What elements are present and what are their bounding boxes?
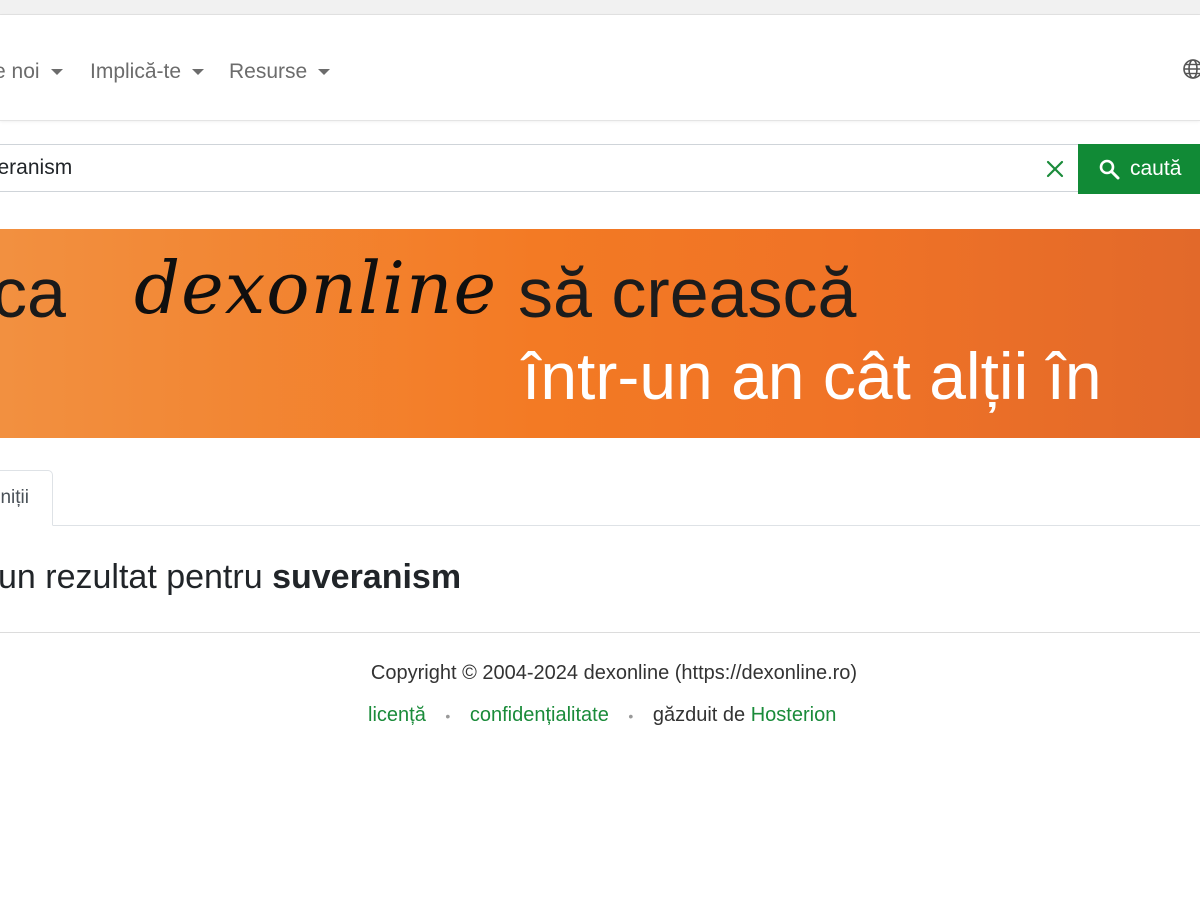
- banner-line1: să crească: [518, 254, 857, 332]
- hosted-prefix: găzduit de: [652, 704, 746, 726]
- result-heading: un rezultat pentru suveranism: [0, 558, 461, 597]
- nav-item-label: Implică-te: [90, 60, 182, 83]
- tab-label: niții: [0, 487, 29, 508]
- footer-separator: [0, 632, 1200, 633]
- nav-item-despre-noi[interactable]: e noi: [0, 60, 63, 84]
- privacy-link[interactable]: confidențialitate: [470, 704, 609, 726]
- result-prefix: un rezultat pentru: [0, 558, 263, 596]
- search-icon: [1099, 159, 1120, 180]
- footer-links: licență • confidențialitate • găzduit de…: [368, 704, 836, 727]
- search-button-label: caută: [1130, 157, 1182, 180]
- result-term: suveranism: [272, 558, 462, 596]
- top-strip: [0, 0, 1200, 15]
- separator-dot: •: [445, 707, 451, 724]
- search-button[interactable]: caută: [1078, 144, 1200, 194]
- nav-item-implica-te[interactable]: Implică-te: [90, 60, 205, 84]
- tab-divider: [53, 525, 1200, 526]
- nav-item-label: Resurse: [229, 60, 308, 83]
- close-icon[interactable]: [1044, 158, 1066, 180]
- search-input[interactable]: [0, 144, 1078, 192]
- tab-definitii[interactable]: niții: [0, 470, 53, 526]
- caret-down-icon: [318, 69, 331, 75]
- caret-down-icon: [192, 69, 205, 75]
- nav-item-resurse[interactable]: Resurse: [229, 60, 331, 84]
- navbar: e noi Implică-te Resurse: [0, 15, 1200, 121]
- hosterion-link[interactable]: Hosterion: [751, 704, 837, 726]
- license-link[interactable]: licență: [368, 704, 426, 726]
- globe-icon[interactable]: [1181, 57, 1200, 81]
- separator-dot: •: [628, 707, 634, 724]
- nav-item-label: e noi: [0, 60, 40, 83]
- caret-down-icon: [50, 69, 63, 75]
- banner-line2: într-un an cât alții în: [522, 339, 1102, 413]
- copyright: Copyright © 2004-2024 dexonline (https:/…: [370, 662, 858, 684]
- banner-word-ca: ca: [0, 254, 66, 332]
- banner-brand: dexonline: [134, 246, 498, 330]
